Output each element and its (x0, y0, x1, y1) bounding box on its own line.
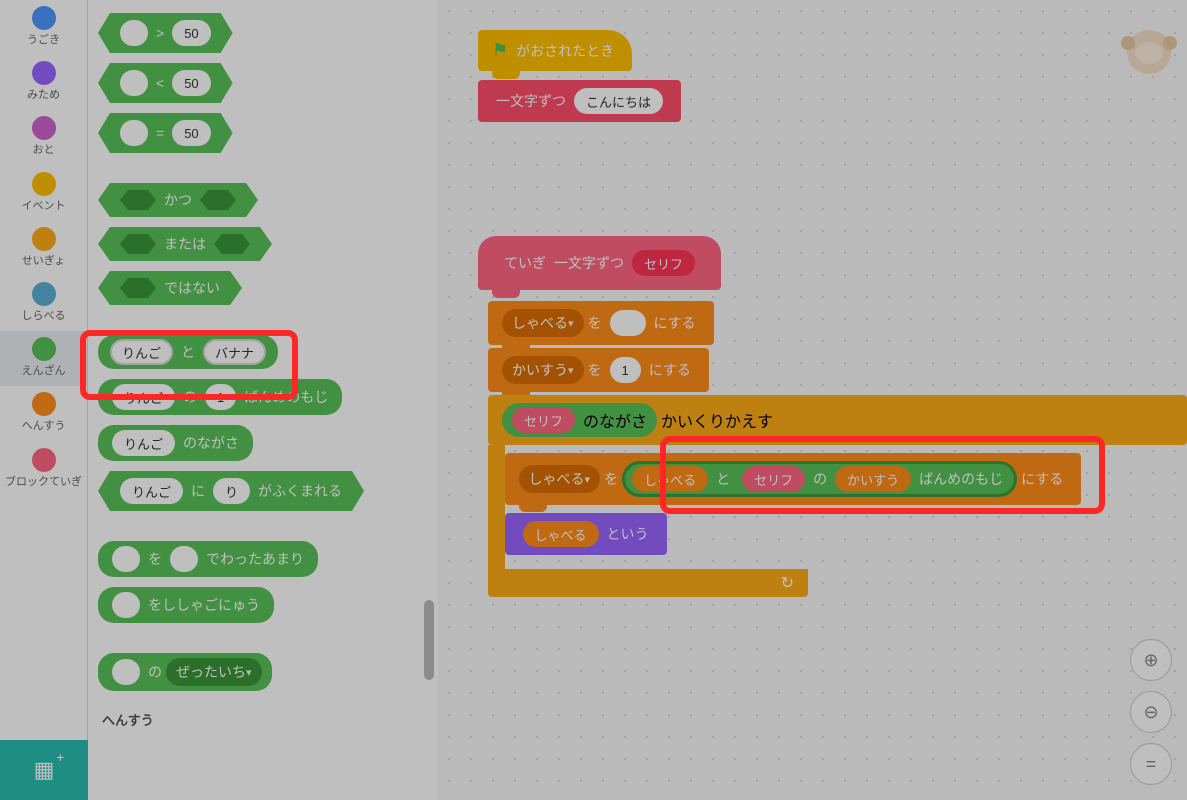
length-reporter[interactable]: セリフ のながさ (502, 403, 657, 437)
category-motion[interactable]: うごき (0, 0, 87, 55)
extensions-icon: ▦ (34, 757, 55, 783)
var-dropdown-inner[interactable]: しゃべる (519, 465, 601, 493)
category-sensing[interactable]: しらべる (0, 276, 87, 331)
op-mod-block[interactable]: を でわったあまり (98, 541, 318, 577)
set-variable-block-inner[interactable]: しゃべる を しゃべる と セリフ の かいすう ばんめのもじ にする (505, 453, 1082, 505)
var-dropdown-2[interactable]: かいすう (502, 356, 584, 384)
op-gt-block[interactable]: > 50 (98, 13, 233, 53)
variables-section-title: へんすう (102, 710, 428, 729)
green-flag-icon: ⚑ (492, 40, 508, 61)
op-join-block[interactable]: りんご と バナナ (98, 335, 278, 369)
param-reporter-serifu-2[interactable]: セリフ (742, 466, 805, 492)
zoom-controls: ⊕ ⊖ = (1130, 639, 1172, 785)
op-round-block[interactable]: をししゃごにゅう (98, 587, 274, 623)
op-lt-block[interactable]: < 50 (98, 63, 233, 103)
join-reporter[interactable]: しゃべる と セリフ の かいすう ばんめのもじ (622, 461, 1017, 497)
category-myblocks[interactable]: ブロックていぎ (0, 442, 87, 497)
define-hat-block[interactable]: ていぎ 一文字ずつ セリフ (478, 236, 721, 290)
repeat-arrow-icon: ↻ (781, 573, 794, 593)
category-control[interactable]: せいぎょ (0, 221, 87, 276)
category-sidebar: うごき みため おと イベント せいぎょ しらべる えんざん へんすう ブロック… (0, 0, 88, 800)
var-reporter-shaberu[interactable]: しゃべる (632, 466, 708, 492)
when-flag-clicked-block[interactable]: ⚑ がおされたとき (478, 30, 632, 71)
op-gt-left-input[interactable] (120, 20, 148, 46)
op-not-block[interactable]: ではない (98, 271, 242, 305)
define-param: セリフ (632, 250, 695, 276)
zoom-in-button[interactable]: ⊕ (1130, 639, 1172, 681)
op-and-block[interactable]: かつ (98, 183, 258, 217)
set-variable-block-2[interactable]: かいすう を 1 にする (488, 348, 709, 392)
category-looks[interactable]: みため (0, 55, 87, 110)
set-variable-block-1[interactable]: しゃべる を にする (488, 301, 714, 345)
say-block[interactable]: しゃべる という (505, 513, 667, 555)
mathop-dropdown[interactable]: ぜったいち (166, 658, 262, 686)
op-letter-of-block[interactable]: りんご の 1 ばんめのもじ (98, 379, 342, 415)
op-mathop-block[interactable]: の ぜったいち (98, 653, 272, 691)
op-length-block[interactable]: りんご のながさ (98, 425, 253, 461)
category-sound[interactable]: おと (0, 110, 87, 165)
sprite-watermark (1127, 30, 1177, 90)
block-palette: > 50 < 50 = 50 かつ または ではない りんご と バナナ りんご… (88, 0, 438, 800)
palette-scrollbar[interactable] (424, 600, 434, 680)
call-custom-block[interactable]: 一文字ずつ こんにちは (478, 80, 681, 122)
letter-of-reporter[interactable]: セリフ の かいすう ばんめのもじ (734, 464, 1011, 494)
op-contains-block[interactable]: りんご に り がふくまれる (98, 471, 364, 511)
var-reporter-shaberu-2[interactable]: しゃべる (523, 521, 599, 547)
var-reporter-kaisuu[interactable]: かいすう (835, 466, 911, 492)
zoom-reset-button[interactable]: = (1130, 743, 1172, 785)
op-gt-right-input[interactable]: 50 (172, 20, 210, 46)
op-eq-block[interactable]: = 50 (98, 113, 233, 153)
repeat-block[interactable]: セリフ のながさ かいくりかえす しゃべる を しゃべる と セリフ の (488, 395, 1187, 597)
script-workspace[interactable]: ⚑ がおされたとき 一文字ずつ こんにちは ていぎ 一文字ずつ セリフ しゃべる… (438, 0, 1187, 800)
extensions-button[interactable]: ▦ (0, 740, 88, 800)
var-dropdown-1[interactable]: しゃべる (502, 309, 584, 337)
category-operators[interactable]: えんざん (0, 331, 87, 386)
param-reporter-serifu[interactable]: セリフ (512, 407, 575, 433)
category-events[interactable]: イベント (0, 166, 87, 221)
op-or-block[interactable]: または (98, 227, 272, 261)
category-variables[interactable]: へんすう (0, 386, 87, 441)
zoom-out-button[interactable]: ⊖ (1130, 691, 1172, 733)
